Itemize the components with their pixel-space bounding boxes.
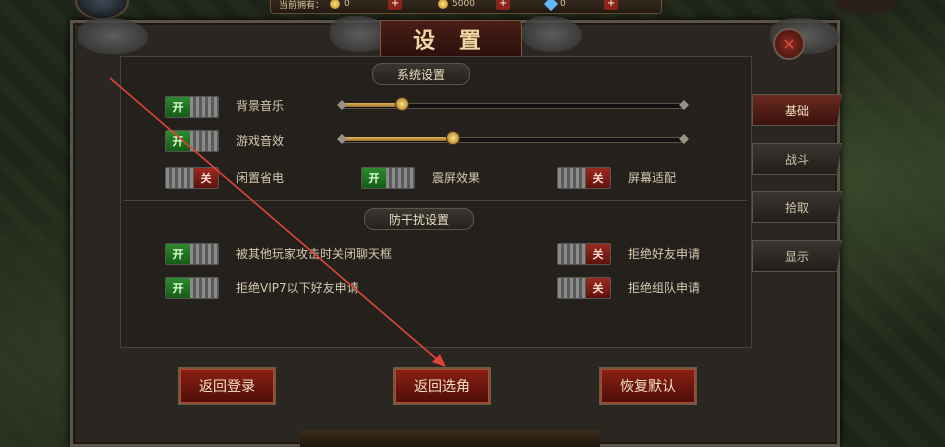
annotation-arrow-line bbox=[109, 77, 441, 363]
annotation-arrow bbox=[109, 77, 446, 367]
